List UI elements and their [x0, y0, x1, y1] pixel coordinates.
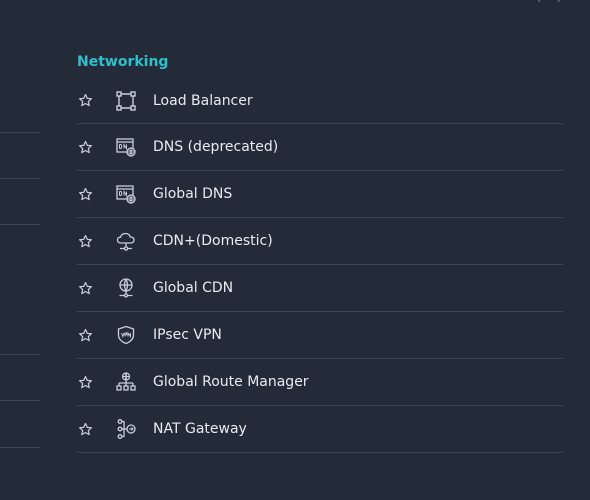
divider — [0, 354, 40, 355]
service-label: Global Route Manager — [153, 374, 309, 390]
cloud-cdn-icon — [115, 230, 137, 252]
dns-icon — [115, 136, 137, 158]
favorite-star-icon[interactable] — [77, 327, 93, 343]
service-list: Load Balancer DNS (deprecated) Global DN… — [77, 78, 563, 453]
service-label: IPsec VPN — [153, 327, 222, 343]
service-item-global-cdn[interactable]: Global CDN — [77, 265, 563, 312]
service-item-load-balancer[interactable]: Load Balancer — [77, 78, 563, 124]
favorite-star-icon[interactable] — [77, 280, 93, 296]
favorite-star-icon[interactable] — [77, 93, 93, 109]
service-label: Load Balancer — [153, 92, 253, 109]
favorite-star-icon[interactable] — [77, 421, 93, 437]
section-title: Networking — [77, 54, 169, 70]
divider — [0, 447, 40, 448]
service-item-nat-gateway[interactable]: NAT Gateway — [77, 406, 563, 453]
service-item-cdn-domestic[interactable]: CDN+(Domestic) — [77, 218, 563, 265]
divider — [0, 178, 40, 179]
global-cdn-icon — [115, 277, 137, 299]
favorite-star-icon[interactable] — [77, 233, 93, 249]
route-manager-icon — [115, 371, 137, 393]
divider — [0, 400, 40, 401]
services-panel: Networking Load Balancer DNS (deprecated… — [0, 0, 590, 500]
load-balancer-icon — [115, 90, 137, 112]
favorite-star-icon[interactable] — [77, 139, 93, 155]
nat-gateway-icon — [115, 418, 137, 440]
favorite-star-icon[interactable] — [77, 374, 93, 390]
partial-toolbar-icon — [537, 0, 561, 3]
vpn-shield-icon — [115, 324, 137, 346]
networking-section: Networking Load Balancer DNS (deprecated… — [77, 52, 563, 453]
service-item-ipsec-vpn[interactable]: IPsec VPN — [77, 312, 563, 359]
service-label: NAT Gateway — [153, 421, 247, 437]
service-item-dns-deprecated[interactable]: DNS (deprecated) — [77, 124, 563, 171]
service-item-global-dns[interactable]: Global DNS — [77, 171, 563, 218]
favorite-star-icon[interactable] — [77, 186, 93, 202]
service-label: Global CDN — [153, 280, 234, 296]
service-item-global-route-manager[interactable]: Global Route Manager — [77, 359, 563, 406]
service-label: CDN+(Domestic) — [153, 233, 273, 249]
divider — [0, 132, 40, 133]
service-label: Global DNS — [153, 186, 233, 202]
service-label: DNS (deprecated) — [153, 139, 279, 155]
divider — [0, 224, 40, 225]
global-dns-icon — [115, 183, 137, 205]
